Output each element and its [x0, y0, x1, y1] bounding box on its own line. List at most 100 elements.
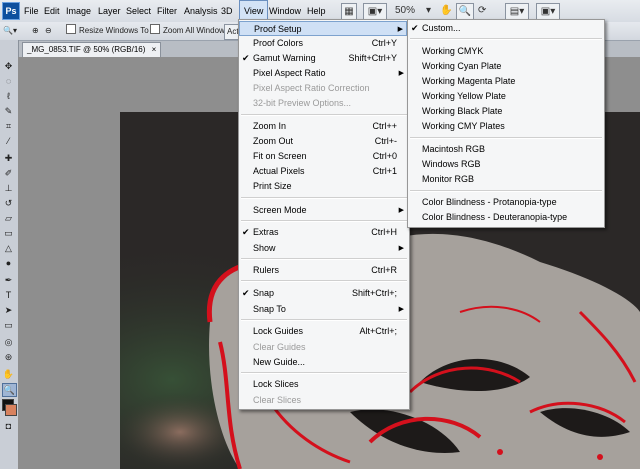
clone-stamp-tool-icon[interactable]: ⊥ — [2, 182, 15, 194]
menu-zoom-out[interactable]: Zoom Out Ctrl+- — [239, 134, 407, 149]
menu-clear-slices: Clear Slices — [239, 393, 407, 408]
menu-screen-mode[interactable]: Screen Mode ▶ — [239, 203, 407, 218]
menu-separator — [410, 190, 602, 192]
menu-lock-slices[interactable]: Lock Slices — [239, 377, 407, 392]
proof-color-blindness-protanopia[interactable]: Color Blindness - Protanopia-type — [408, 195, 602, 210]
menu-separator — [241, 197, 407, 199]
proof-working-magenta-plate[interactable]: Working Magenta Plate — [408, 74, 602, 89]
background-color-swatch[interactable] — [5, 404, 17, 416]
move-tool-icon[interactable]: ✥ — [2, 60, 15, 72]
menu-actual-pixels[interactable]: Actual Pixels Ctrl+1 — [239, 164, 407, 179]
checkmark-icon: ✔ — [242, 53, 250, 63]
menu-proof-colors[interactable]: Proof Colors Ctrl+Y — [239, 36, 407, 51]
path-selection-tool-icon[interactable]: ➤ — [2, 304, 15, 316]
menu-analysis[interactable]: Analysis — [180, 0, 222, 22]
checkmark-icon: ✔ — [242, 227, 250, 237]
menu-item-label: Screen Mode — [253, 205, 307, 215]
menu-lock-guides[interactable]: Lock Guides Alt+Ctrl+; — [239, 324, 407, 339]
dodge-tool-icon[interactable]: ● — [2, 257, 15, 269]
zoom-out-mode-icon[interactable]: ⊖ — [45, 24, 52, 38]
menu-image[interactable]: Image — [62, 0, 95, 22]
3d-rotate-tool-icon[interactable]: ◎ — [2, 336, 15, 348]
menu-3d[interactable]: 3D — [217, 0, 237, 22]
3d-orbit-tool-icon[interactable]: ⊛ — [2, 351, 15, 363]
menu-extras[interactable]: ✔ Extras Ctrl+H — [239, 225, 407, 240]
menu-show[interactable]: Show ▶ — [239, 241, 407, 256]
zoom-tool-panel-icon[interactable]: 🔍 — [2, 383, 17, 397]
menu-separator — [241, 220, 407, 222]
proof-color-blindness-deuteranopia[interactable]: Color Blindness - Deuteranopia-type — [408, 210, 602, 225]
blur-tool-icon[interactable]: △ — [2, 242, 15, 254]
proof-custom[interactable]: ✔ Custom... — [408, 21, 602, 36]
resize-windows-checkbox[interactable]: Resize Windows To Fit — [66, 24, 160, 38]
menu-item-label: Pixel Aspect Ratio Correction — [253, 83, 370, 93]
screen-mode-icon[interactable]: ▣▾ — [536, 3, 560, 20]
view-extras-icon[interactable]: ▣▾ — [363, 3, 387, 20]
menu-item-label: Color Blindness - Deuteranopia-type — [422, 212, 568, 222]
quick-mask-icon[interactable]: ◘ — [2, 420, 15, 432]
menu-print-size[interactable]: Print Size — [239, 179, 407, 194]
resize-windows-check[interactable] — [66, 24, 76, 34]
close-icon[interactable]: × — [152, 45, 157, 54]
zoom-tool-preset-icon[interactable]: 🔍▾ — [3, 24, 17, 38]
spot-healing-tool-icon[interactable]: ✚ — [2, 152, 15, 164]
menu-pixel-aspect-ratio[interactable]: Pixel Aspect Ratio ▶ — [239, 66, 407, 81]
arrange-documents-icon[interactable]: ▤▾ — [505, 3, 529, 20]
lasso-tool-icon[interactable]: ℓ — [2, 90, 15, 102]
menu-snap[interactable]: ✔ Snap Shift+Ctrl+; — [239, 286, 407, 301]
crop-tool-icon[interactable]: ⌗ — [2, 120, 15, 132]
menu-item-label: Proof Setup — [254, 24, 302, 34]
photoshop-logo: Ps — [2, 2, 20, 20]
zoom-all-windows-checkbox[interactable]: Zoom All Windows — [150, 24, 229, 38]
proof-working-cmyk[interactable]: Working CMYK — [408, 44, 602, 59]
zoom-in-mode-icon[interactable]: ⊕ — [32, 24, 39, 38]
type-tool-icon[interactable]: T — [2, 289, 15, 301]
menu-pixel-aspect-ratio-correction: Pixel Aspect Ratio Correction — [239, 81, 407, 96]
menu-layer[interactable]: Layer — [94, 0, 125, 22]
proof-working-cyan-plate[interactable]: Working Cyan Plate — [408, 59, 602, 74]
menu-fit-on-screen[interactable]: Fit on Screen Ctrl+0 — [239, 149, 407, 164]
bridge-icon[interactable]: ▦ — [341, 3, 357, 20]
proof-macintosh-rgb[interactable]: Macintosh RGB — [408, 142, 602, 157]
document-tab[interactable]: _MG_0853.TIF @ 50% (RGB/16) × — [22, 42, 162, 57]
zoom-all-windows-check[interactable] — [150, 24, 160, 34]
zoom-level[interactable]: 50% — [395, 3, 415, 18]
zoom-tool-icon[interactable]: 🔍 — [456, 3, 474, 20]
menu-item-label: Working CMYK — [422, 46, 484, 56]
submenu-arrow-icon: ▶ — [397, 26, 403, 33]
menu-new-guide[interactable]: New Guide... — [239, 355, 407, 370]
menu-proof-setup[interactable]: Proof Setup ▶ — [239, 21, 407, 36]
hand-tool-icon[interactable]: ✋ — [440, 3, 452, 18]
shape-tool-icon[interactable]: ▭ — [2, 319, 15, 331]
menu-rulers[interactable]: Rulers Ctrl+R — [239, 263, 407, 278]
menu-select[interactable]: Select — [122, 0, 155, 22]
rotate-view-icon[interactable]: ⟳ — [478, 3, 486, 18]
menu-filter[interactable]: Filter — [153, 0, 181, 22]
quick-selection-tool-icon[interactable]: ✎ — [2, 105, 15, 117]
brush-tool-icon[interactable]: ✐ — [2, 167, 15, 179]
menu-snap-to[interactable]: Snap To ▶ — [239, 302, 407, 317]
pen-tool-icon[interactable]: ✒ — [2, 274, 15, 286]
proof-working-cmy-plates[interactable]: Working CMY Plates — [408, 119, 602, 134]
gradient-tool-icon[interactable]: ▭ — [2, 227, 15, 239]
proof-working-black-plate[interactable]: Working Black Plate — [408, 104, 602, 119]
menu-item-label: Lock Slices — [253, 379, 299, 389]
menu-zoom-in[interactable]: Zoom In Ctrl++ — [239, 119, 407, 134]
menu-gamut-warning[interactable]: ✔ Gamut Warning Shift+Ctrl+Y — [239, 51, 407, 66]
zoom-dropdown-icon[interactable]: ▾ — [426, 3, 431, 18]
eyedropper-tool-icon[interactable]: ⁄ — [2, 135, 15, 147]
resize-windows-label: Resize Windows To Fit — [79, 26, 160, 35]
proof-windows-rgb[interactable]: Windows RGB — [408, 157, 602, 172]
eraser-tool-icon[interactable]: ▱ — [2, 212, 15, 224]
menu-edit[interactable]: Edit — [40, 0, 64, 22]
hand-tool-panel-icon[interactable]: ✋ — [2, 368, 15, 380]
checkmark-icon: ✔ — [411, 23, 419, 33]
menu-separator — [241, 114, 407, 116]
marquee-tool-icon[interactable]: ◌ — [2, 75, 15, 87]
menu-item-label: Print Size — [253, 181, 292, 191]
menu-shortcut: Ctrl+0 — [372, 151, 397, 161]
history-brush-tool-icon[interactable]: ↺ — [2, 197, 15, 209]
menu-shortcut: Ctrl+- — [374, 136, 397, 146]
proof-working-yellow-plate[interactable]: Working Yellow Plate — [408, 89, 602, 104]
proof-monitor-rgb[interactable]: Monitor RGB — [408, 172, 602, 187]
